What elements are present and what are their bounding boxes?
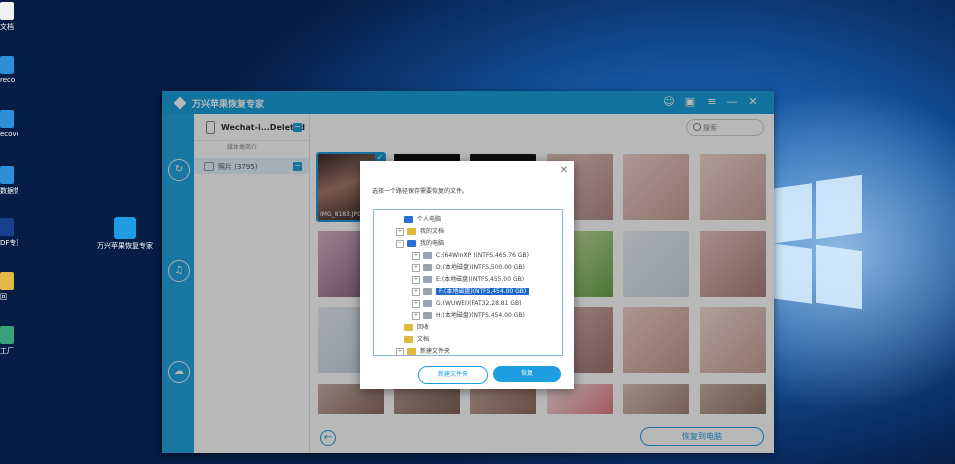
folder-icon [0, 272, 14, 290]
tree-node[interactable]: + E:(本地磁盘)(NTFS,455.00 GB) [412, 274, 524, 285]
expand-icon[interactable]: + [396, 347, 404, 356]
desktop-icon-label: ecove [0, 130, 18, 138]
drive-icon [423, 264, 432, 271]
expand-icon[interactable]: + [412, 251, 420, 260]
app-icon [0, 166, 14, 184]
tree-node-label: C:(64WinXP )(NTFS,465.76 GB) [436, 252, 529, 259]
tree-node-label: D:(本地磁盘)(NTFS,500.00 GB) [436, 264, 525, 271]
tree-node-label: 我的文档 [420, 228, 445, 235]
drive-icon [423, 276, 432, 283]
collapse-icon[interactable]: − [396, 239, 404, 248]
dialog-title: 选择一个路径保存需要恢复的文件。 [372, 188, 469, 195]
tree-node-label: 个人电脑 [417, 216, 442, 223]
app-icon [0, 110, 14, 128]
tree-node-label: E:(本地磁盘)(NTFS,455.00 GB) [436, 276, 525, 283]
app-icon [0, 56, 14, 74]
computer-icon [407, 240, 416, 247]
save-path-dialog: ✕ 选择一个路径保存需要恢复的文件。 个人电脑 + 我的文档 − 我的电脑 + C:(… [360, 161, 574, 389]
desktop-icon-recovery[interactable]: 数据恢复专家 [0, 166, 18, 196]
desktop-icon-label: reco [0, 76, 16, 84]
desktop-icon-recycle[interactable]: 回 [0, 272, 18, 302]
desktop-icon-doc[interactable]: 文档 [0, 2, 18, 32]
tree-node-label: 我的电脑 [420, 240, 445, 247]
tree-node[interactable]: + D:(本地磁盘)(NTFS,500.00 GB) [412, 262, 525, 273]
tree-node-label: H:(本地磁盘)(NTFS,454.00 GB) [436, 312, 525, 319]
desktop-icon-reco[interactable]: reco [0, 56, 18, 84]
folder-icon [407, 348, 416, 355]
drive-icon [423, 288, 432, 295]
tree-node[interactable]: 个人电脑 [404, 214, 441, 225]
desktop-icon-app[interactable]: 万兴苹果恢复专家 [95, 217, 155, 251]
desktop-icon-ecove[interactable]: ecove [0, 110, 18, 138]
drive-icon [423, 312, 432, 319]
tree-node[interactable]: + C:(64WinXP )(NTFS,465.76 GB) [412, 250, 529, 261]
tree-node[interactable]: 回收 [404, 322, 429, 333]
folder-icon [407, 228, 416, 235]
app-icon [0, 326, 14, 344]
tree-node-label: G:(WUWEI)(FAT32,28.81 GB) [436, 300, 522, 307]
desktop-icon-label: 文档 [0, 23, 14, 31]
expand-icon[interactable]: + [412, 275, 420, 284]
folder-icon [404, 324, 413, 331]
tree-node-label: 新建文件夹 [420, 348, 451, 355]
tree-node-label: F:(本地磁盘)(NTFS,454.00 GB) [436, 288, 530, 295]
document-icon [0, 2, 14, 20]
tree-node-selected[interactable]: + F:(本地磁盘)(NTFS,454.00 GB) [412, 286, 530, 297]
tree-node[interactable]: + G:(WUWEI)(FAT32,28.81 GB) [412, 298, 521, 309]
desktop-icon-label: DF专家 [0, 239, 18, 247]
tree-node[interactable]: − 我的电脑 [396, 238, 444, 249]
desktop-icon-factory[interactable]: 工厂 [0, 326, 18, 356]
expand-icon[interactable]: + [412, 299, 420, 308]
tree-node-label: 回收 [417, 324, 430, 331]
expand-icon[interactable]: + [412, 311, 420, 320]
app-icon [0, 218, 14, 236]
tree-node[interactable]: + H:(本地磁盘)(NTFS,454.00 GB) [412, 310, 525, 321]
drive-icon [423, 252, 432, 259]
close-icon[interactable]: ✕ [560, 165, 568, 176]
folder-icon [404, 336, 413, 343]
expand-icon[interactable]: + [412, 287, 420, 296]
expand-icon[interactable]: + [412, 263, 420, 272]
desktop-icon-label: 数据恢复专家 [0, 187, 18, 195]
recover-button[interactable]: 恢复 [493, 366, 561, 382]
expand-icon[interactable]: + [396, 227, 404, 236]
desktop-icon-label: 工厂 [0, 347, 14, 355]
app-icon [114, 217, 136, 239]
computer-icon [404, 216, 413, 223]
desktop-icon-pdf[interactable]: DF专家 [0, 218, 18, 248]
desktop-icon-label: 万兴苹果恢复专家 [97, 242, 153, 250]
folder-tree[interactable]: 个人电脑 + 我的文档 − 我的电脑 + C:(64WinXP )(NTFS,465.… [373, 209, 563, 356]
windows-logo [772, 174, 862, 310]
tree-node[interactable]: 文档 [404, 334, 429, 345]
new-folder-button[interactable]: 新建文件夹 [418, 366, 488, 384]
tree-node-label: 文档 [417, 336, 430, 343]
desktop-icon-label: 回 [0, 293, 7, 301]
drive-icon [423, 300, 432, 307]
tree-node[interactable]: + 新建文件夹 [396, 346, 450, 357]
tree-node[interactable]: + 我的文档 [396, 226, 444, 237]
